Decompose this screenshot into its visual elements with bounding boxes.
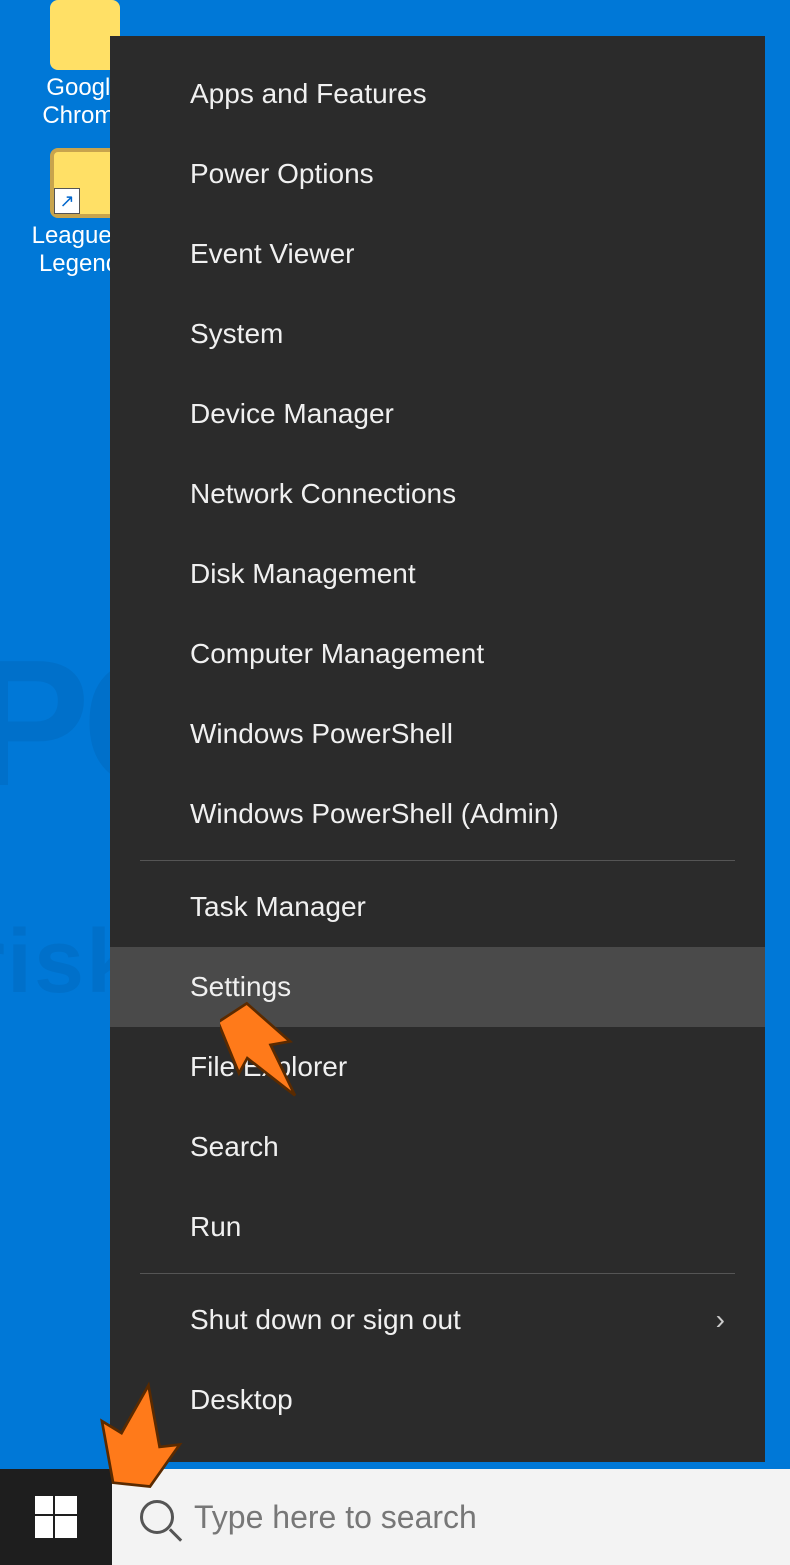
- winx-item-label: Apps and Features: [190, 78, 427, 110]
- winx-item-label: Disk Management: [190, 558, 416, 590]
- start-button[interactable]: [0, 1469, 112, 1565]
- winx-item-label: Network Connections: [190, 478, 456, 510]
- winx-item-run[interactable]: Run: [110, 1187, 765, 1267]
- winx-item-label: Desktop: [190, 1384, 293, 1416]
- winx-item-label: Settings: [190, 971, 291, 1003]
- winx-item-file-explorer[interactable]: File Explorer: [110, 1027, 765, 1107]
- winx-item-label: File Explorer: [190, 1051, 347, 1083]
- winx-item-disk-management[interactable]: Disk Management: [110, 534, 765, 614]
- winx-item-apps-and-features[interactable]: Apps and Features: [110, 54, 765, 134]
- winx-item-windows-powershell[interactable]: Windows PowerShell: [110, 694, 765, 774]
- winx-item-label: System: [190, 318, 283, 350]
- winx-item-settings[interactable]: Settings: [110, 947, 765, 1027]
- winx-item-system[interactable]: System: [110, 294, 765, 374]
- winx-item-search[interactable]: Search: [110, 1107, 765, 1187]
- winx-item-shut-down-or-sign-out[interactable]: Shut down or sign out ›: [110, 1280, 765, 1360]
- winx-item-label: Device Manager: [190, 398, 394, 430]
- winx-item-network-connections[interactable]: Network Connections: [110, 454, 765, 534]
- taskbar-search[interactable]: Type here to search: [112, 1469, 790, 1565]
- winx-item-windows-powershell-admin-[interactable]: Windows PowerShell (Admin): [110, 774, 765, 854]
- winx-item-label: Task Manager: [190, 891, 366, 923]
- windows-logo-icon: [35, 1496, 77, 1538]
- winx-item-label: Search: [190, 1131, 279, 1163]
- search-icon: [140, 1500, 174, 1534]
- winx-item-label: Windows PowerShell: [190, 718, 453, 750]
- winx-item-label: Computer Management: [190, 638, 484, 670]
- winx-item-event-viewer[interactable]: Event Viewer: [110, 214, 765, 294]
- winx-item-label: Shut down or sign out: [190, 1304, 461, 1336]
- winx-item-task-manager[interactable]: Task Manager: [110, 867, 765, 947]
- winx-item-label: Run: [190, 1211, 241, 1243]
- menu-separator: [140, 860, 735, 861]
- shortcut-arrow-icon: ↗: [54, 188, 80, 214]
- winx-item-label: Windows PowerShell (Admin): [190, 798, 559, 830]
- winx-item-power-options[interactable]: Power Options: [110, 134, 765, 214]
- winx-item-computer-management[interactable]: Computer Management: [110, 614, 765, 694]
- menu-separator: [140, 1273, 735, 1274]
- chevron-right-icon: ›: [716, 1304, 735, 1336]
- taskbar: Type here to search: [0, 1469, 790, 1565]
- winx-item-label: Event Viewer: [190, 238, 354, 270]
- winx-item-desktop[interactable]: Desktop: [110, 1360, 765, 1440]
- winx-context-menu: Apps and Features Power Options Event View…: [110, 36, 765, 1462]
- winx-item-label: Power Options: [190, 158, 374, 190]
- search-placeholder: Type here to search: [194, 1499, 477, 1536]
- winx-item-device-manager[interactable]: Device Manager: [110, 374, 765, 454]
